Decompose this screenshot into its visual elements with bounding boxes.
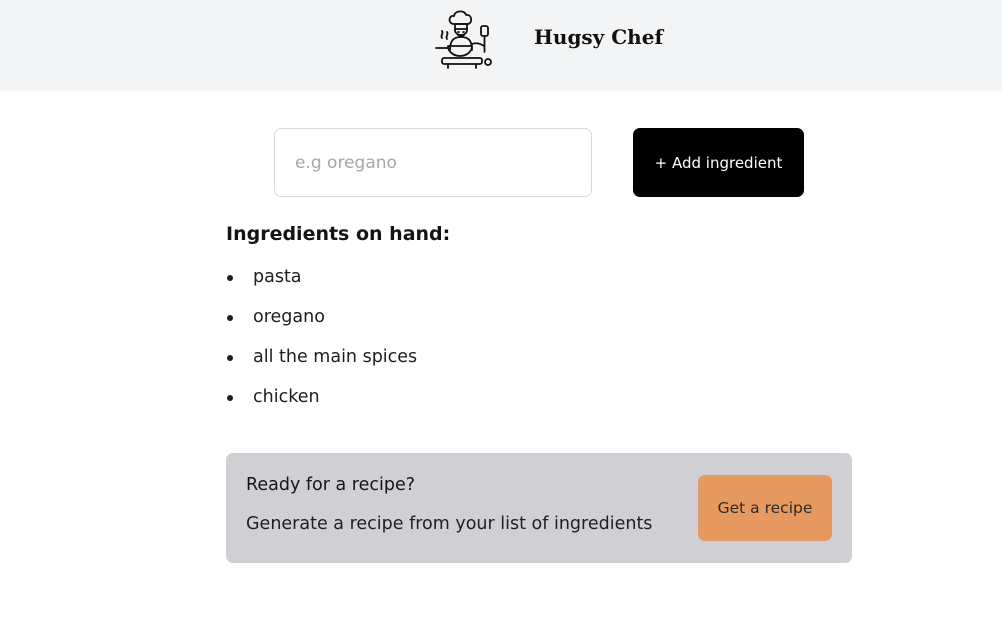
ingredient-item: oregano <box>226 303 417 343</box>
add-ingredient-button[interactable]: + Add ingredient <box>633 128 804 197</box>
recipe-panel-title: Ready for a recipe? <box>246 475 416 495</box>
ingredient-item: pasta <box>226 263 417 303</box>
ingredient-item: all the main spices <box>226 343 417 383</box>
recipe-panel-subtitle: Generate a recipe from your list of ingr… <box>246 514 653 534</box>
recipe-panel: Ready for a recipe? Generate a recipe fr… <box>226 453 852 563</box>
ingredients-heading: Ingredients on hand: <box>226 223 451 245</box>
app-title: Hugsy Chef <box>534 25 664 49</box>
app-header: Hugsy Chef <box>0 0 1002 88</box>
get-recipe-button[interactable]: Get a recipe <box>698 475 832 541</box>
ingredient-list: pasta oregano all the main spices chicke… <box>226 263 417 423</box>
ingredient-item: chicken <box>226 383 417 423</box>
ingredient-input[interactable] <box>274 128 592 197</box>
chef-cooking-icon <box>435 10 492 69</box>
